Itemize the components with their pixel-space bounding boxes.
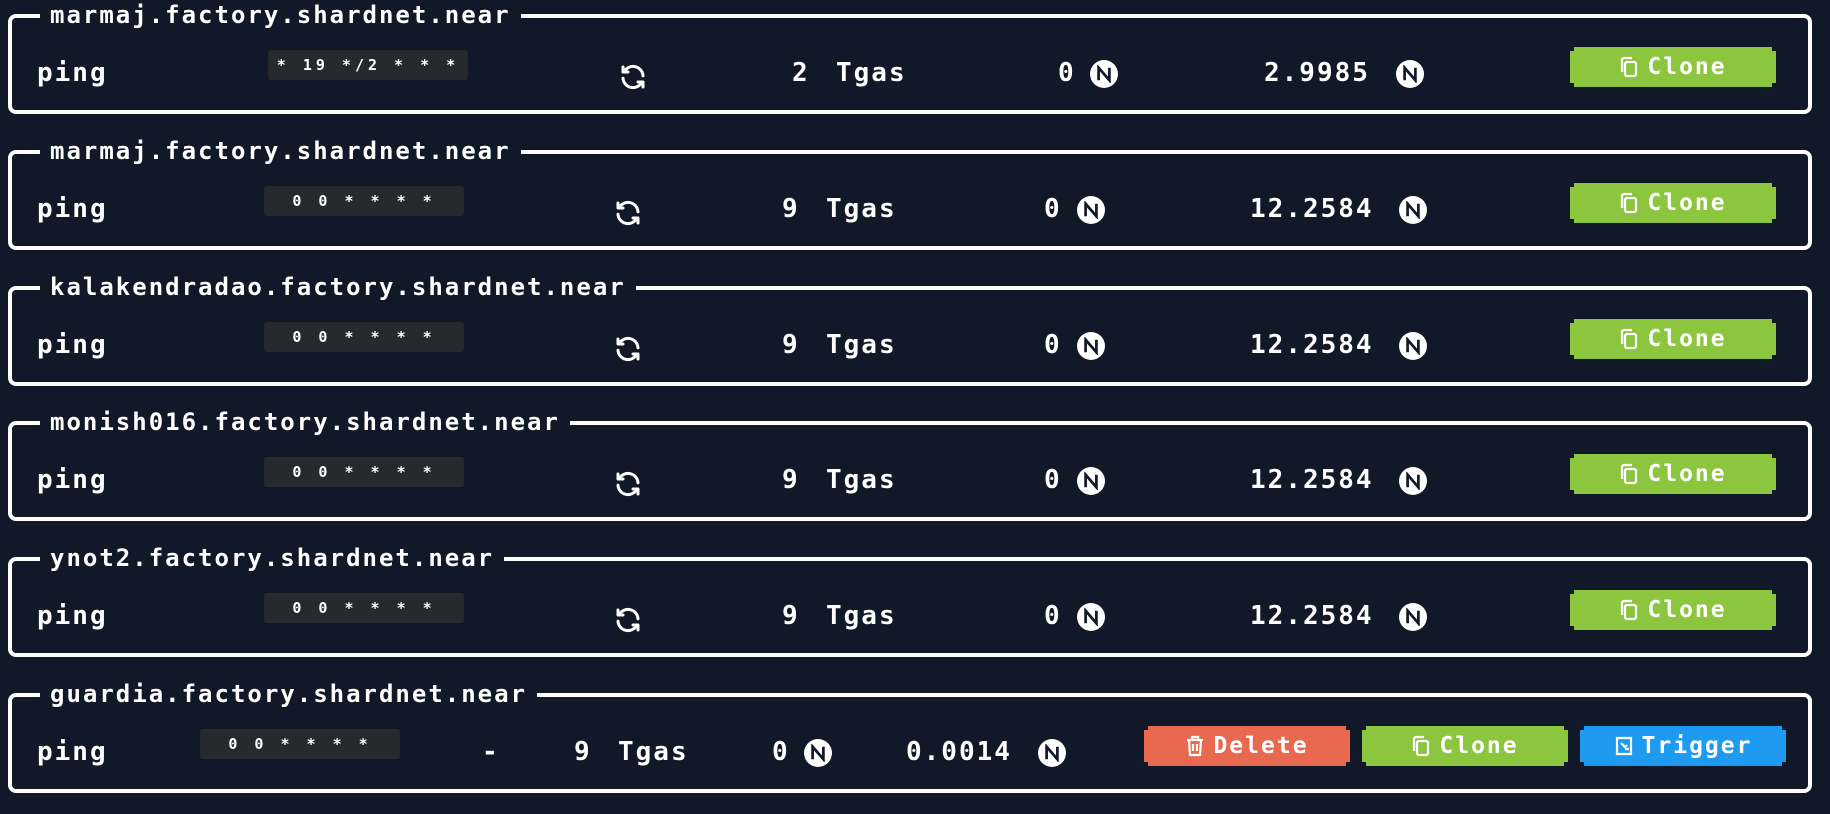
deposit-value: 0 [1044,330,1062,360]
refresh-icon [616,471,640,497]
task-card: marmaj.factory.shardnet.near ping * 19 *… [8,0,1812,114]
balance-value: 2.9985 [1264,58,1370,88]
near-token-icon [804,739,832,767]
task-cadence: 0 0 * * * * [264,322,464,352]
copy-icon [1619,56,1639,78]
clone-label: Clone [1439,733,1519,759]
gas-unit: Tgas [618,737,689,767]
gas-unit: Tgas [826,330,897,360]
clone-button[interactable]: Clone [1570,590,1776,630]
copy-icon [1619,599,1639,621]
near-token-icon [1077,332,1105,360]
gas-unit: Tgas [826,601,897,631]
task-cadence: 0 0 * * * * [264,186,464,216]
clone-label: Clone [1647,326,1727,352]
gas-unit: Tgas [826,194,897,224]
deposit-value: 0 [772,737,790,767]
recurring-indicator: - [482,737,498,767]
clone-label: Clone [1647,54,1727,80]
task-method: ping [37,601,108,631]
refresh-icon [616,336,640,362]
task-method: ping [37,330,108,360]
gas-value: 9 [574,737,592,767]
deposit-value: 0 [1044,465,1062,495]
copy-icon [1411,735,1431,757]
task-cadence: * 19 */2 * * * [268,50,468,80]
task-owner: marmaj.factory.shardnet.near [40,0,521,30]
task-owner: guardia.factory.shardnet.near [40,679,538,709]
balance-value: 12.2584 [1250,194,1374,224]
task-method: ping [37,58,108,88]
refresh-icon [621,64,645,90]
gas-unit: Tgas [836,58,907,88]
task-method: ping [37,465,108,495]
trigger-label: Trigger [1641,733,1753,759]
deposit-value: 0 [1044,601,1062,631]
task-owner: monish016.factory.shardnet.near [40,407,570,437]
near-token-icon [1077,603,1105,631]
copy-icon [1619,328,1639,350]
near-token-icon [1396,60,1424,88]
near-token-icon [1077,467,1105,495]
delete-button[interactable]: Delete [1144,726,1350,766]
task-owner: ynot2.factory.shardnet.near [40,543,505,573]
deposit-value: 0 [1044,194,1062,224]
clone-label: Clone [1647,597,1727,623]
task-card: marmaj.factory.shardnet.near ping 0 0 * … [8,136,1812,250]
gas-unit: Tgas [826,465,897,495]
gas-value: 9 [782,194,800,224]
clone-label: Clone [1647,190,1727,216]
clone-button[interactable]: Clone [1362,726,1568,766]
task-card: guardia.factory.shardnet.near ping 0 0 *… [8,679,1812,793]
near-token-icon [1090,60,1118,88]
task-method: ping [37,737,108,767]
refresh-icon [616,607,640,633]
delete-label: Delete [1213,733,1309,759]
balance-value: 0.0014 [906,737,1012,767]
task-cadence: 0 0 * * * * [264,593,464,623]
trigger-icon [1614,735,1634,757]
task-method: ping [37,194,108,224]
task-card: kalakendradao.factory.shardnet.near ping… [8,272,1812,386]
gas-value: 9 [782,601,800,631]
balance-value: 12.2584 [1250,601,1374,631]
near-token-icon [1399,603,1427,631]
clone-label: Clone [1647,461,1727,487]
trash-icon [1185,735,1205,757]
deposit-value: 0 [1058,58,1076,88]
clone-button[interactable]: Clone [1570,454,1776,494]
task-cadence: 0 0 * * * * [200,729,400,759]
near-token-icon [1399,196,1427,224]
task-card: ynot2.factory.shardnet.near ping 0 0 * *… [8,543,1812,657]
clone-button[interactable]: Clone [1570,47,1776,87]
trigger-button[interactable]: Trigger [1580,726,1786,766]
task-owner: kalakendradao.factory.shardnet.near [40,272,636,302]
balance-value: 12.2584 [1250,330,1374,360]
near-token-icon [1077,196,1105,224]
refresh-icon [616,200,640,226]
copy-icon [1619,463,1639,485]
balance-value: 12.2584 [1250,465,1374,495]
near-token-icon [1038,739,1066,767]
gas-value: 2 [792,58,810,88]
task-owner: marmaj.factory.shardnet.near [40,136,521,166]
task-card: monish016.factory.shardnet.near ping 0 0… [8,407,1812,521]
copy-icon [1619,192,1639,214]
gas-value: 9 [782,465,800,495]
gas-value: 9 [782,330,800,360]
clone-button[interactable]: Clone [1570,183,1776,223]
near-token-icon [1399,332,1427,360]
task-cadence: 0 0 * * * * [264,457,464,487]
clone-button[interactable]: Clone [1570,319,1776,359]
near-token-icon [1399,467,1427,495]
